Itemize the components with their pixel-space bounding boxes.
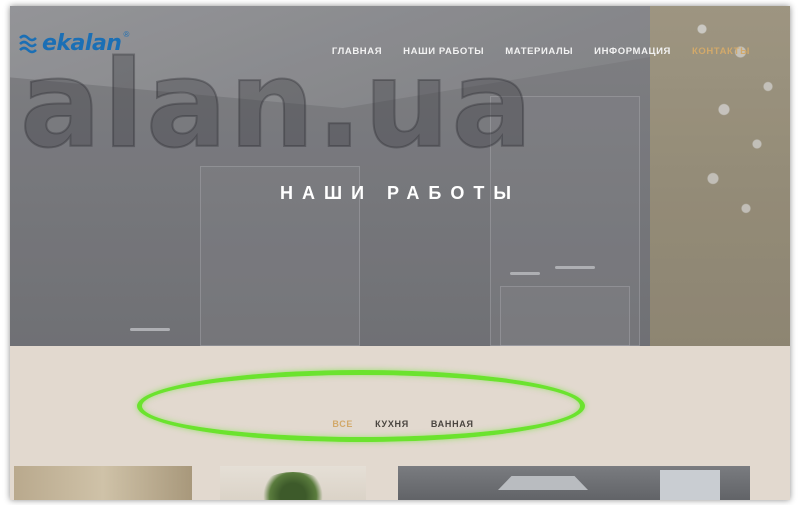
hero-banner: alan.ua ekalan ® ГЛАВНАЯ НАШИ РАБОТЫ МАТ… (10, 6, 790, 346)
nav-item-information[interactable]: ИНФОРМАЦИЯ (594, 46, 671, 57)
portfolio-thumbnail[interactable] (220, 466, 366, 500)
nav-item-materials[interactable]: МАТЕРИАЛЫ (505, 46, 573, 57)
portfolio-grid (10, 466, 790, 500)
logo-registered-mark: ® (123, 30, 130, 39)
nav-item-our-works[interactable]: НАШИ РАБОТЫ (403, 46, 484, 57)
filter-kitchen[interactable]: КУХНЯ (375, 419, 409, 429)
window-image (660, 470, 720, 500)
main-nav: ГЛАВНАЯ НАШИ РАБОТЫ МАТЕРИАЛЫ ИНФОРМАЦИЯ… (332, 46, 750, 57)
range-hood-image (498, 476, 588, 490)
filter-all[interactable]: ВСЕ (332, 419, 353, 429)
portfolio-thumbnail[interactable] (398, 466, 750, 500)
logo-wave-icon (19, 34, 37, 54)
logo-text: ekalan (42, 30, 122, 56)
portfolio-thumbnail[interactable] (14, 466, 192, 500)
logo[interactable]: ekalan ® (18, 28, 129, 58)
plant-image (258, 472, 328, 500)
page-title: НАШИ РАБОТЫ (279, 183, 520, 203)
portfolio-filters: ВСЕ КУХНЯ ВАННАЯ (10, 419, 790, 429)
portfolio-filter-section: ВСЕ КУХНЯ ВАННАЯ (10, 346, 790, 466)
nav-item-home[interactable]: ГЛАВНАЯ (332, 46, 382, 57)
filter-bathroom[interactable]: ВАННАЯ (431, 419, 474, 429)
nav-item-contacts[interactable]: КОНТАКТЫ (692, 46, 750, 57)
page-frame: alan.ua ekalan ® ГЛАВНАЯ НАШИ РАБОТЫ МАТ… (10, 6, 790, 500)
